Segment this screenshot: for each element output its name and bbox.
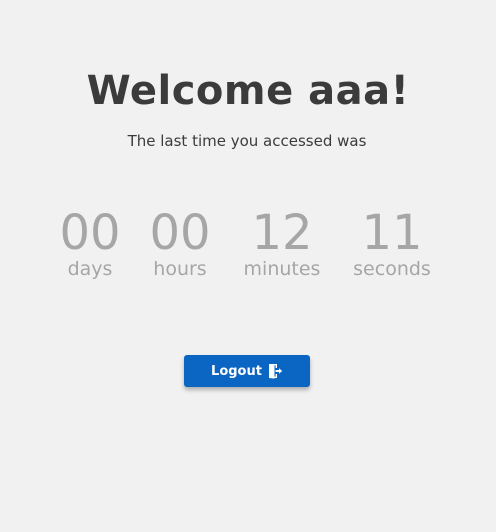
seconds-value: 11 — [361, 205, 423, 261]
hours-value: 00 — [149, 205, 211, 261]
logout-door-icon — [267, 363, 283, 379]
elapsed-time-counter: 00 days 00 hours 12 minutes 11 seconds — [0, 204, 496, 294]
counter-minutes: 12 minutes — [236, 204, 328, 280]
seconds-label: seconds — [353, 258, 431, 280]
last-access-text: The last time you accessed was — [127, 132, 367, 150]
minutes-value: 12 — [251, 205, 313, 261]
counter-seconds: 11 seconds — [348, 204, 436, 280]
welcome-page: Welcome aaa! The last time you accessed … — [0, 0, 496, 532]
logout-button[interactable]: Logout — [184, 355, 310, 387]
logout-button-label: Logout — [211, 363, 262, 379]
counter-hours: 00 hours — [140, 204, 220, 280]
minutes-label: minutes — [243, 258, 321, 280]
welcome-title: Welcome aaa! — [86, 68, 410, 114]
days-value: 00 — [59, 205, 121, 261]
counter-days: 00 days — [50, 204, 130, 280]
